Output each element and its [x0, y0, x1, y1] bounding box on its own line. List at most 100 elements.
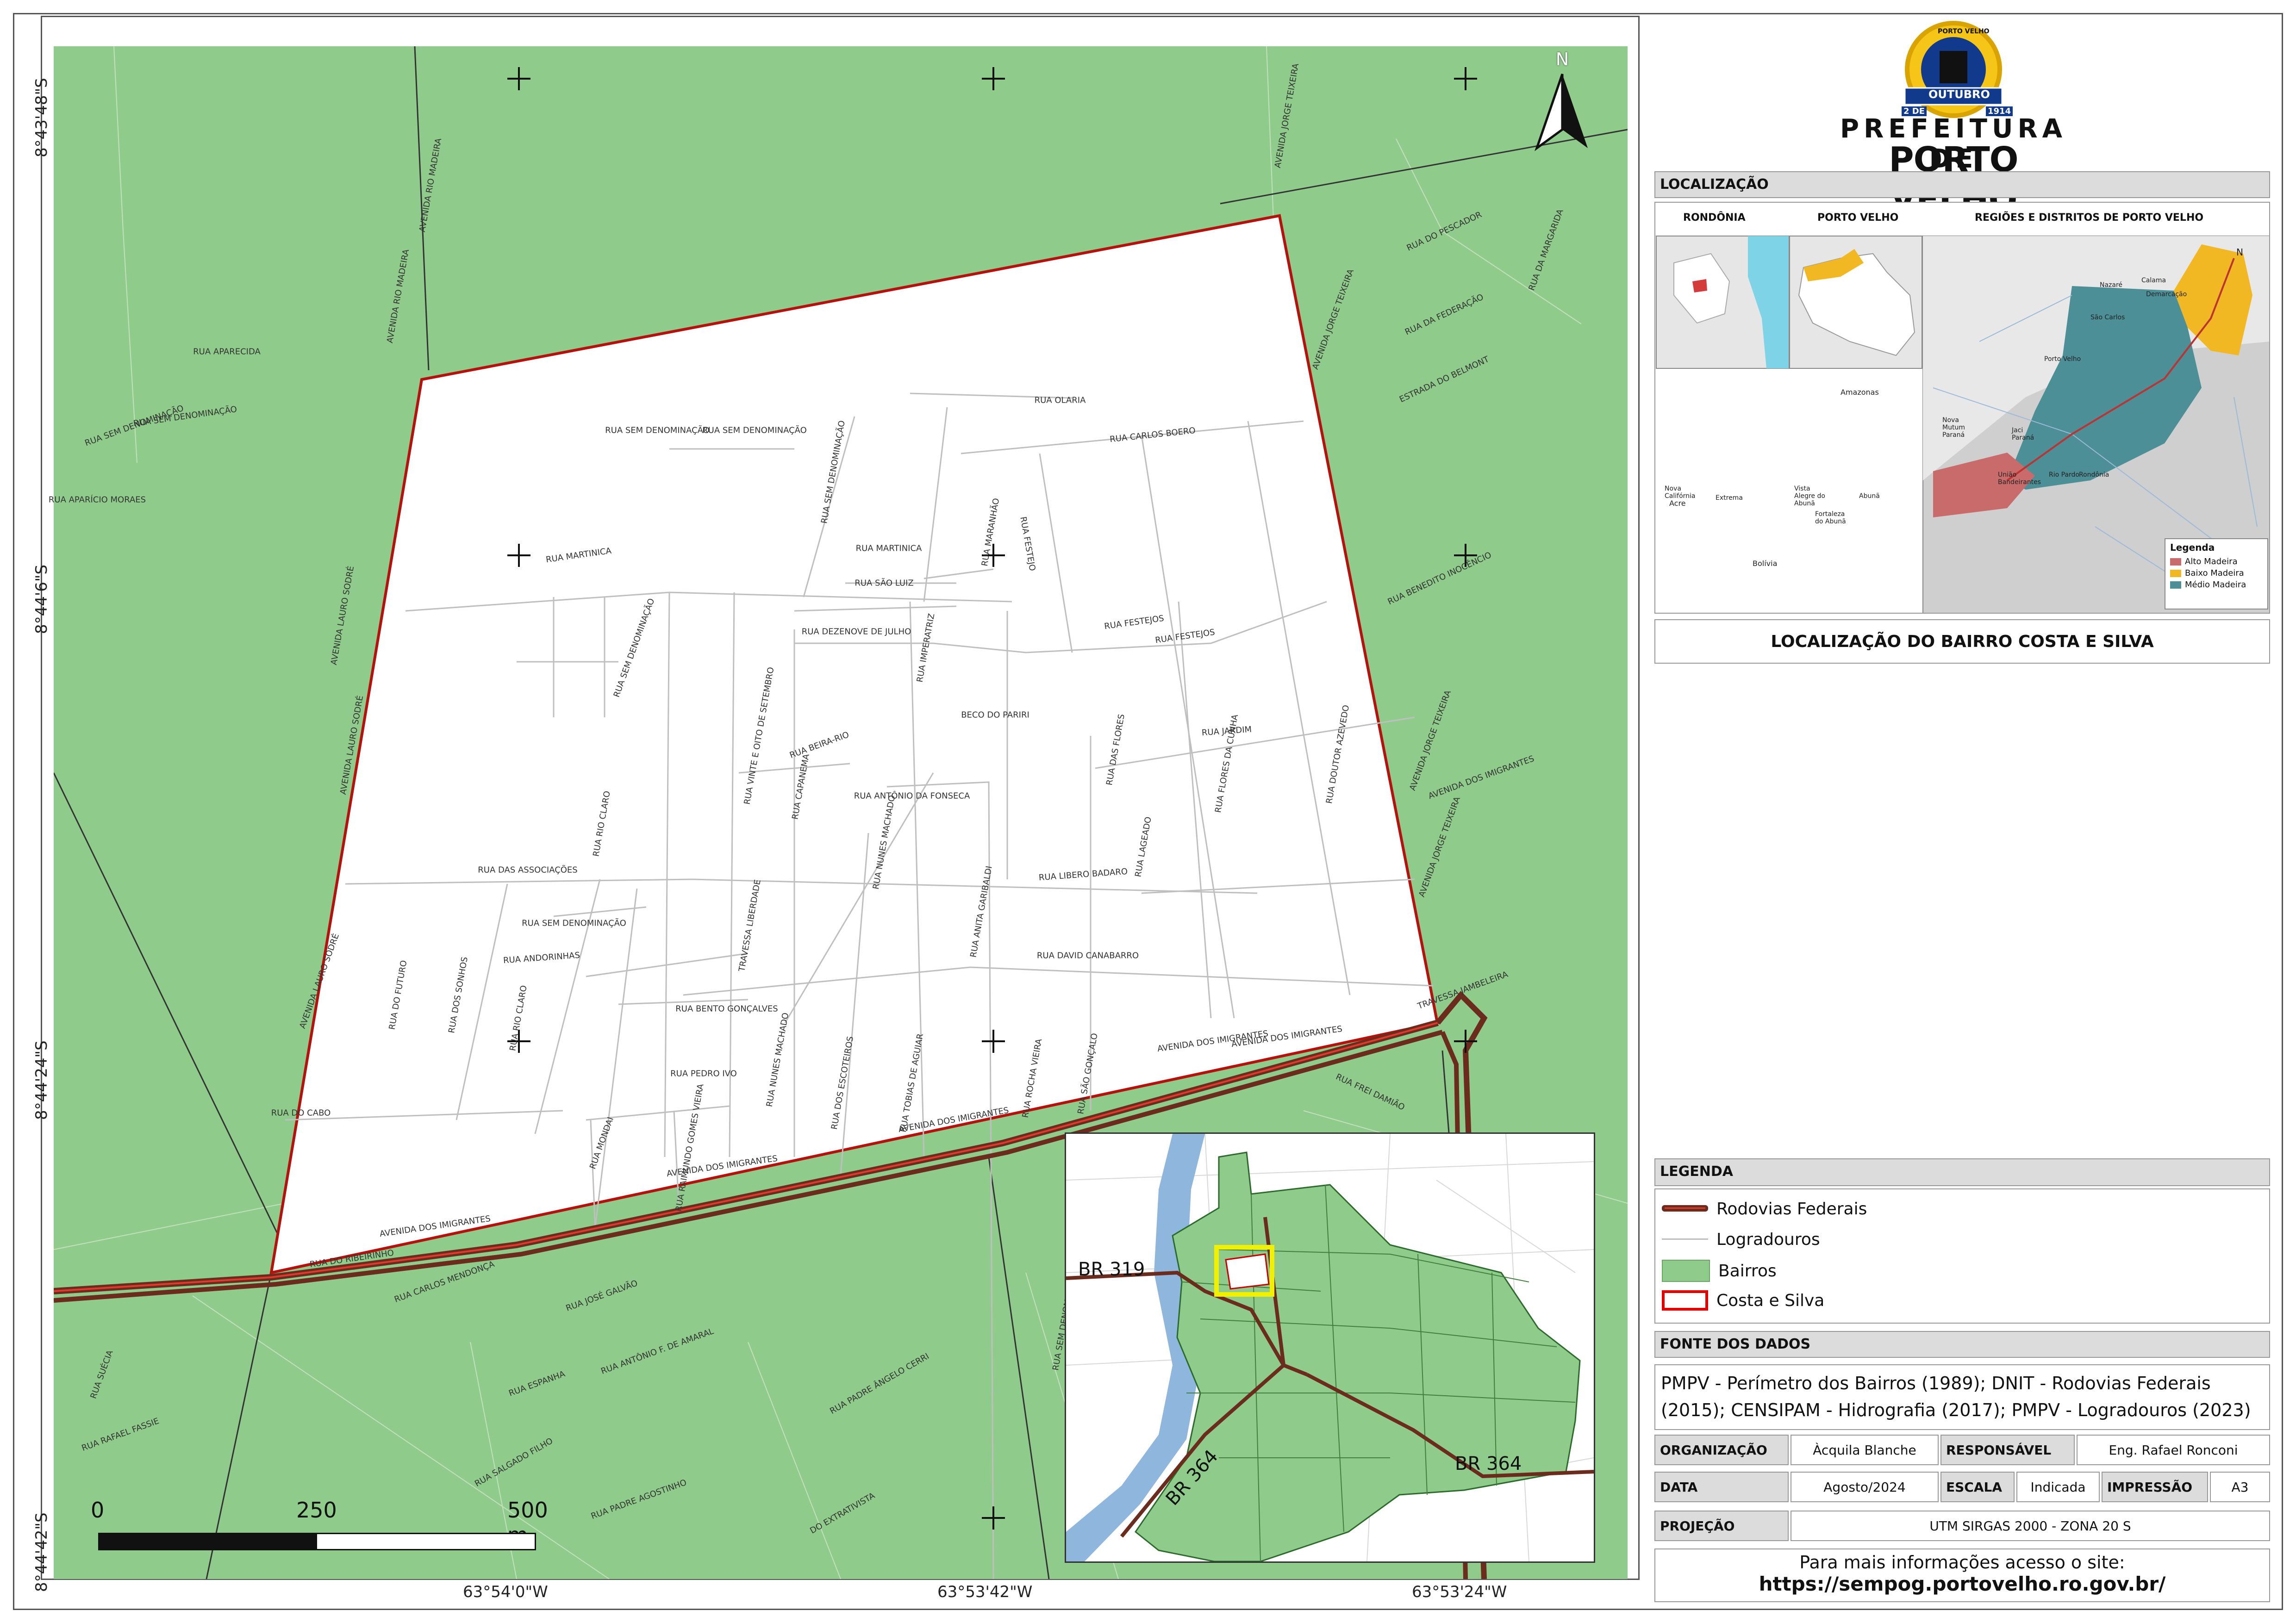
street-label: RUA DAS ASSOCIAÇÕES — [478, 865, 578, 875]
legend-logradouros-symbol — [1662, 1229, 1708, 1250]
legend-alto: Alto Madeira — [2185, 557, 2238, 566]
street-label: BECO DO PARIRI — [961, 710, 1029, 720]
loc-place-nazare: Nazaré — [2100, 281, 2123, 289]
scale-zero: 0 — [91, 1498, 105, 1523]
legend-bairros-symbol — [1662, 1260, 1710, 1282]
street-label: RUA SÃO LUIZ — [855, 578, 914, 588]
legend-baixo: Baixo Madeira — [2185, 568, 2244, 578]
street-label: RUA APARECIDA — [193, 347, 261, 357]
loc-place-porto-velho: Porto Velho — [2044, 355, 2081, 363]
inset-bairros — [1134, 1151, 1581, 1561]
impressao-value: A3 — [2210, 1472, 2270, 1502]
north-arrow: N — [1528, 49, 1597, 151]
data-label: DATA — [1654, 1472, 1789, 1502]
loc-place-abuna: Abunã — [1859, 492, 1880, 500]
regions-legend: Legenda Alto Madeira Baixo Madeira Médio… — [2165, 538, 2268, 609]
loc-place-vista-alegre: Vista Alegre do Abunã — [1794, 485, 1825, 507]
loc-place-rondonia: Rondônia — [2079, 471, 2109, 479]
seal-top-text: PORTO VELHO — [1938, 28, 1990, 35]
lat-1: 8°44'6"S — [32, 564, 51, 634]
inset-map[interactable]: BR 319 BR 364 BR 364 — [1065, 1132, 1595, 1563]
org-label: ORGANIZAÇÃO — [1654, 1435, 1789, 1465]
lon-2: 63°53'42"W — [937, 1583, 1033, 1601]
scale-mid: 250 — [296, 1498, 337, 1523]
street-label: RUA OLARIA — [1034, 395, 1086, 405]
loc-place-uniao: União Bandeirantes — [1998, 471, 2041, 486]
legend-rodovias: Rodovias Federais — [1662, 1199, 1867, 1219]
legend-logradouros-label: Logradouros — [1716, 1230, 1820, 1249]
legend-costa-e-silva-label: Costa e Silva — [1716, 1291, 1825, 1310]
scale-bar: 0 250 500 m — [91, 1498, 558, 1558]
loc-place-demarcacao: Demarcação — [2146, 291, 2187, 298]
site-box: Para mais informações acesso o site: htt… — [1654, 1548, 2270, 1602]
logo: PORTO VELHO OUTUBRO 2 DE 1914 PREFEITURA… — [1824, 19, 2083, 219]
legend-rodovias-label: Rodovias Federais — [1716, 1199, 1867, 1219]
inset-label-br319: BR 319 — [1078, 1259, 1145, 1280]
legend-costa-e-silva: Costa e Silva — [1662, 1290, 1824, 1311]
lon-3: 63°53'24"W — [1412, 1583, 1507, 1601]
scale-segment-black — [98, 1533, 318, 1550]
loc-place-nova-california: Nova Califórnia — [1665, 485, 1696, 500]
legend-swatch-alto — [2170, 558, 2181, 566]
impressao-label: IMPRESSÃO — [2102, 1472, 2208, 1502]
localizacao-maps: RONDÔNIA PORTO VELHO REGIÕES E DISTRITOS… — [1654, 202, 2270, 614]
legend-costa-e-silva-symbol — [1662, 1290, 1708, 1311]
loc-place-fortaleza: Fortaleza do Abunã — [1815, 510, 1846, 525]
loc-place-acre: Acre — [1669, 499, 1686, 508]
street-label: RUA APARÍCIO MORAES — [48, 495, 146, 505]
localizacao-caption: LOCALIZAÇÃO DO BAIRRO COSTA E SILVA — [1654, 619, 2270, 664]
resp-label: RESPONSÁVEL — [1940, 1435, 2075, 1465]
loc-place-jaci: Jaci Paraná — [2012, 427, 2034, 442]
legend-bairros-label: Bairros — [1718, 1261, 1777, 1281]
escala-label: ESCALA — [1940, 1472, 2015, 1502]
legenda-header: LEGENDA — [1654, 1158, 2270, 1186]
loc-place-amazonas: Amazonas — [1841, 388, 1879, 397]
street-label: RUA BENTO GONÇALVES — [675, 1004, 778, 1014]
street-label: RUA SEM DENOMINAÇÃO — [605, 425, 710, 435]
site-link[interactable]: https://sempog.portovelho.ro.gov.br/ — [1655, 1573, 2269, 1595]
street-label: RUA SEM DENOMINAÇÃO — [522, 918, 626, 928]
street-label: RUA DO CABO — [271, 1108, 331, 1118]
localizacao-header: LOCALIZAÇÃO — [1654, 171, 2270, 198]
street-label: RUA MARTINICA — [855, 543, 922, 553]
lat-top: 8°43'48"S — [32, 78, 51, 157]
legend-rodovias-symbol — [1662, 1199, 1708, 1219]
street-label: RUA DEZENOVE DE JULHO — [801, 627, 911, 637]
legend-bairros: Bairros — [1662, 1260, 1777, 1282]
lat-2: 8°44'24"S — [32, 1040, 51, 1120]
legenda-box: Rodovias Federais Logradouros Bairros Co… — [1654, 1188, 2270, 1324]
projecao-label: PROJEÇÃO — [1654, 1511, 1789, 1541]
projecao-value: UTM SIRGAS 2000 - ZONA 20 S — [1791, 1511, 2270, 1541]
escala-value: Indicada — [2016, 1472, 2100, 1502]
legend-swatch-medio — [2170, 581, 2181, 589]
loc-place-rio-pardo: Rio Pardo — [2049, 471, 2079, 479]
fonte-text: PMPV - Perímetro dos Bairros (1989); DNI… — [1654, 1364, 2270, 1430]
scale-segment-white — [316, 1533, 536, 1550]
street-label: RUA SEM DENOMINAÇÃO — [702, 425, 807, 435]
street-label: RUA PEDRO IVO — [670, 1069, 737, 1079]
fonte-header: FONTE DOS DADOS — [1654, 1331, 2270, 1358]
site-line1: Para mais informações acesso o site: — [1799, 1552, 2125, 1573]
org-value: Àcquila Blanche — [1791, 1435, 1939, 1465]
lon-1: 63°54'0"W — [463, 1583, 548, 1601]
lat-bottom: 8°44'42"S — [32, 1512, 51, 1592]
loc-north: N — [2236, 247, 2243, 258]
loc-place-sao-carlos: São Carlos — [2090, 314, 2125, 321]
resp-value: Eng. Rafael Ronconi — [2077, 1435, 2270, 1465]
loc-place-calama: Calama — [2141, 277, 2166, 284]
loc-place-extrema: Extrema — [1716, 494, 1743, 502]
inset-map-svg — [1066, 1134, 1594, 1561]
loc-place-bolivia: Bolívia — [1753, 559, 1778, 568]
inset-label-br364b: BR 364 — [1455, 1453, 1522, 1474]
seal-ribbon-text: OUTUBRO — [1928, 88, 1990, 101]
loc-place-nova-mutum: Nova Mutum Paraná — [1942, 417, 1965, 439]
north-arrow-icon — [1535, 74, 1588, 151]
legend-logradouros: Logradouros — [1662, 1229, 1820, 1250]
data-value: Agosto/2024 — [1791, 1472, 1939, 1502]
legend-medio: Médio Madeira — [2185, 580, 2246, 590]
legend-swatch-baixo — [2170, 569, 2181, 577]
street-label: RUA ANTÔNIO DA FONSECA — [854, 791, 970, 801]
north-letter: N — [1555, 49, 1569, 69]
regions-legend-title: Legenda — [2170, 542, 2215, 553]
street-label: RUA DAVID CANABARRO — [1036, 951, 1139, 961]
